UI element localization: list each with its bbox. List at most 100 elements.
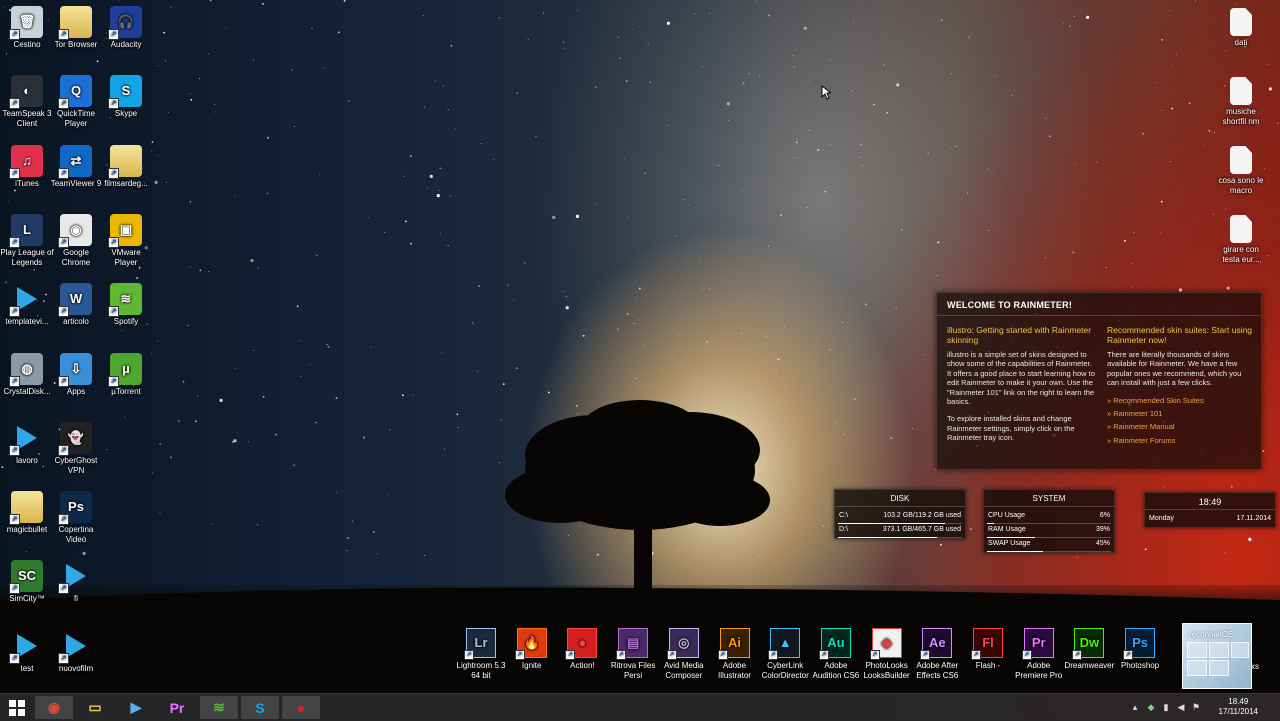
app-label: Photoshop — [1120, 661, 1160, 670]
desktop-icon[interactable]: ↗ templatevi... — [0, 283, 54, 327]
taskbar-date: 17/11/2014 — [1218, 707, 1258, 716]
cyberghost-icon: 👻 ↗ — [58, 421, 92, 456]
taskbar-file-explorer-button[interactable]: ▭ — [76, 696, 114, 719]
taskbar-chrome-button[interactable]: ◉ — [35, 696, 73, 719]
desktop-icon[interactable]: ↗ lavoro — [0, 422, 54, 466]
desktop-file-icon[interactable]: dati — [1214, 8, 1268, 48]
desktop-app-shortcut[interactable]: ▤ ↗ Ritrova Files Persi — [608, 628, 658, 681]
desktop-icon[interactable]: µ ↗ µTorrent — [99, 352, 153, 397]
tray-flag-icon[interactable]: ⚑ — [1191, 702, 1201, 712]
desktop-icon[interactable]: ▣ ↗ VMware Player — [99, 213, 153, 268]
desktop-app-shortcut[interactable]: Lr ↗ Lightroom 5.3 64 bit — [456, 628, 506, 681]
desktop-app-shortcut[interactable]: ▲ ↗ CyberLink ColorDirector — [760, 628, 810, 681]
tray-expand-icon[interactable]: ▴ — [1130, 702, 1140, 712]
desktop-icon[interactable]: ≋ ↗ Spotify — [99, 283, 153, 327]
desktop-icon[interactable]: Q ↗ QuickTime Player — [49, 75, 103, 129]
desktop-icon-label: Apps — [66, 386, 86, 396]
desktop-icon[interactable]: Ps ↗ Copertina Video — [49, 491, 103, 545]
tray-volume-icon[interactable]: ◀ — [1176, 702, 1186, 712]
desktop-file-icon[interactable]: cosa sono le macro — [1214, 146, 1268, 196]
desktop-icon[interactable]: S ↗ Skype — [99, 75, 153, 119]
rainmeter-clock-widget[interactable]: 18:49 Monday 17.11.2014 — [1144, 492, 1276, 528]
taskbar-action-recorder-button[interactable]: ● — [282, 696, 320, 719]
swap-label: SWAP Usage — [988, 540, 1031, 547]
thumb-tile — [1231, 642, 1249, 658]
desktop-icon-label: SimCity™ — [9, 594, 45, 604]
desktop-icon[interactable]: ↗ test — [0, 630, 54, 674]
disk-title: DISK — [890, 494, 910, 503]
cpu-value: 6% — [1099, 512, 1110, 519]
rainmeter-left-paragraph-2: To explore installed skins and change Ra… — [947, 414, 1075, 443]
rainmeter-link-skin-suites[interactable]: » Recommended Skin Suites — [1107, 396, 1255, 405]
desktop-icon[interactable]: W ↗ articolo — [49, 283, 103, 327]
desktop-app-shortcut[interactable]: ◆ ↗ PhotoLooks LooksBuilder — [862, 628, 912, 681]
rainmeter-disk-widget[interactable]: DISK C:\ 103.2 GB/119.2 GB used D:\ 373.… — [834, 489, 966, 539]
taskbar-clock[interactable]: 18.49 17/11/2014 — [1219, 697, 1258, 717]
desktop-icon[interactable]: ◉ ↗ Google Chrome — [49, 213, 103, 268]
shortcut-arrow-icon: ↗ — [616, 650, 627, 660]
utorrent-icon: µ ↗ — [108, 352, 142, 387]
clock-separator — [1145, 509, 1275, 510]
shortcut-arrow-icon: ↗ — [565, 650, 576, 660]
desktop-icon[interactable]: ↗ fi — [49, 560, 103, 604]
desktop-icon[interactable]: ⇄ ↗ TeamViewer 9 — [49, 144, 103, 189]
desktop-file-icon[interactable]: musiche shortfil nm — [1214, 77, 1268, 127]
desktop-file-label: cosa sono le macro — [1218, 176, 1264, 195]
shortcut-arrow-icon: ↗ — [818, 650, 829, 660]
desktop-app-shortcut[interactable]: ◎ ↗ Avid Media Composer — [659, 628, 709, 681]
desktop-icon[interactable]: 🎧 ↗ Audacity — [99, 6, 153, 50]
tray-network-icon[interactable]: ▮ — [1161, 702, 1171, 712]
desktop-icon[interactable]: ◐ ↗ TeamSpeak 3 Client — [0, 75, 54, 129]
desktop-icon[interactable]: ↗ magicbullet — [0, 491, 54, 535]
taskbar-media-player-button[interactable]: ▶ — [117, 696, 155, 719]
desktop-app-shortcut[interactable]: Pr ↗ Adobe Premiere Pro — [1014, 628, 1064, 681]
swap-bar — [987, 551, 1043, 552]
shortcut-arrow-icon: ↗ — [58, 98, 69, 110]
rainmeter-link-101[interactable]: » Rainmeter 101 — [1107, 409, 1255, 418]
desktop-app-shortcut[interactable]: Dw ↗ Dreamweaver — [1064, 628, 1114, 671]
premiere-icon: Pr — [169, 699, 185, 716]
app-icon: ▤ ↗ — [616, 628, 649, 660]
shortcut-arrow-icon: ↗ — [9, 98, 20, 110]
desktop-app-shortcut[interactable]: 🔥 ↗ Ignite — [507, 628, 557, 671]
desktop-icon[interactable]: ↗ nuovofilm — [49, 630, 103, 674]
shortcut-arrow-icon: ↗ — [58, 652, 69, 664]
thumb-title: reconnaitCS — [1189, 630, 1234, 639]
shortcut-arrow-icon: ↗ — [9, 514, 20, 526]
recycle-bin-icon: 🗑 ↗ — [9, 6, 43, 40]
desktop-icon-label: CrystalDisk... — [3, 386, 51, 396]
desktop-app-shortcut[interactable]: Fl ↗ Flash - — [963, 628, 1013, 671]
shortcut-arrow-icon: ↗ — [9, 583, 20, 595]
desktop-icon[interactable]: ⇩ ↗ Apps — [49, 352, 103, 397]
taskbar-skype-button[interactable]: S — [241, 696, 279, 719]
itunes-icon: ♫ ↗ — [9, 144, 43, 179]
taskbar-spotify-button[interactable]: ≋ — [200, 696, 238, 719]
rainmeter-right-column: Recommended skin suites: Start using Rai… — [1107, 325, 1255, 449]
desktop-icon[interactable]: 👻 ↗ CyberGhost VPN — [49, 421, 103, 476]
desktop-app-shortcut[interactable]: ● ↗ Action! — [557, 628, 607, 671]
desktop-app-shortcut[interactable]: Ae ↗ Adobe After Effects CS6 — [912, 628, 962, 681]
desktop-icon[interactable]: SC ↗ SimCity™ — [0, 560, 54, 604]
drag-thumbnail[interactable]: reconnaitCS — [1182, 623, 1252, 689]
desktop-icon[interactable]: 🗑 ↗ Cestino — [0, 6, 54, 50]
rainmeter-welcome-title: WELCOME TO RAINMETER! — [947, 300, 1073, 310]
rainmeter-link-manual[interactable]: » Rainmeter Manual — [1107, 422, 1255, 431]
desktop-app-shortcut[interactable]: Ps ↗ Photoshop — [1115, 628, 1165, 671]
shortcut-arrow-icon: ↗ — [58, 306, 69, 318]
rainmeter-link-forums[interactable]: » Rainmeter Forums — [1107, 436, 1255, 445]
shortcut-arrow-icon: ↗ — [58, 375, 69, 387]
desktop-icon[interactable]: ◍ ↗ CrystalDisk... — [0, 352, 54, 397]
tray-rainmeter-icon[interactable]: ◆ — [1146, 702, 1156, 712]
rainmeter-system-widget[interactable]: SYSTEM CPU Usage 6% RAM Usage 39% SWAP U… — [983, 489, 1115, 553]
desktop-icon[interactable]: ♫ ↗ iTunes — [0, 144, 54, 189]
start-button[interactable] — [0, 694, 34, 721]
desktop-icon[interactable]: L ↗ Play League of Legends — [0, 213, 54, 268]
desktop-app-shortcut[interactable]: Ai ↗ Adobe Illustrator — [710, 628, 760, 681]
desktop-file-icon[interactable]: girare con testa eur... — [1214, 215, 1268, 265]
desktop-icon[interactable]: ↗ filmsardeg... — [99, 144, 153, 189]
app-icon: Ai ↗ — [717, 628, 750, 660]
desktop-app-shortcut[interactable]: Au ↗ Adobe Audition CS6 — [811, 628, 861, 681]
desktop-icon[interactable]: ↗ Tor Browser — [49, 6, 103, 50]
rainmeter-welcome-panel[interactable]: WELCOME TO RAINMETER! illustro: Getting … — [936, 292, 1262, 470]
taskbar-premiere-button[interactable]: Pr — [158, 696, 196, 719]
